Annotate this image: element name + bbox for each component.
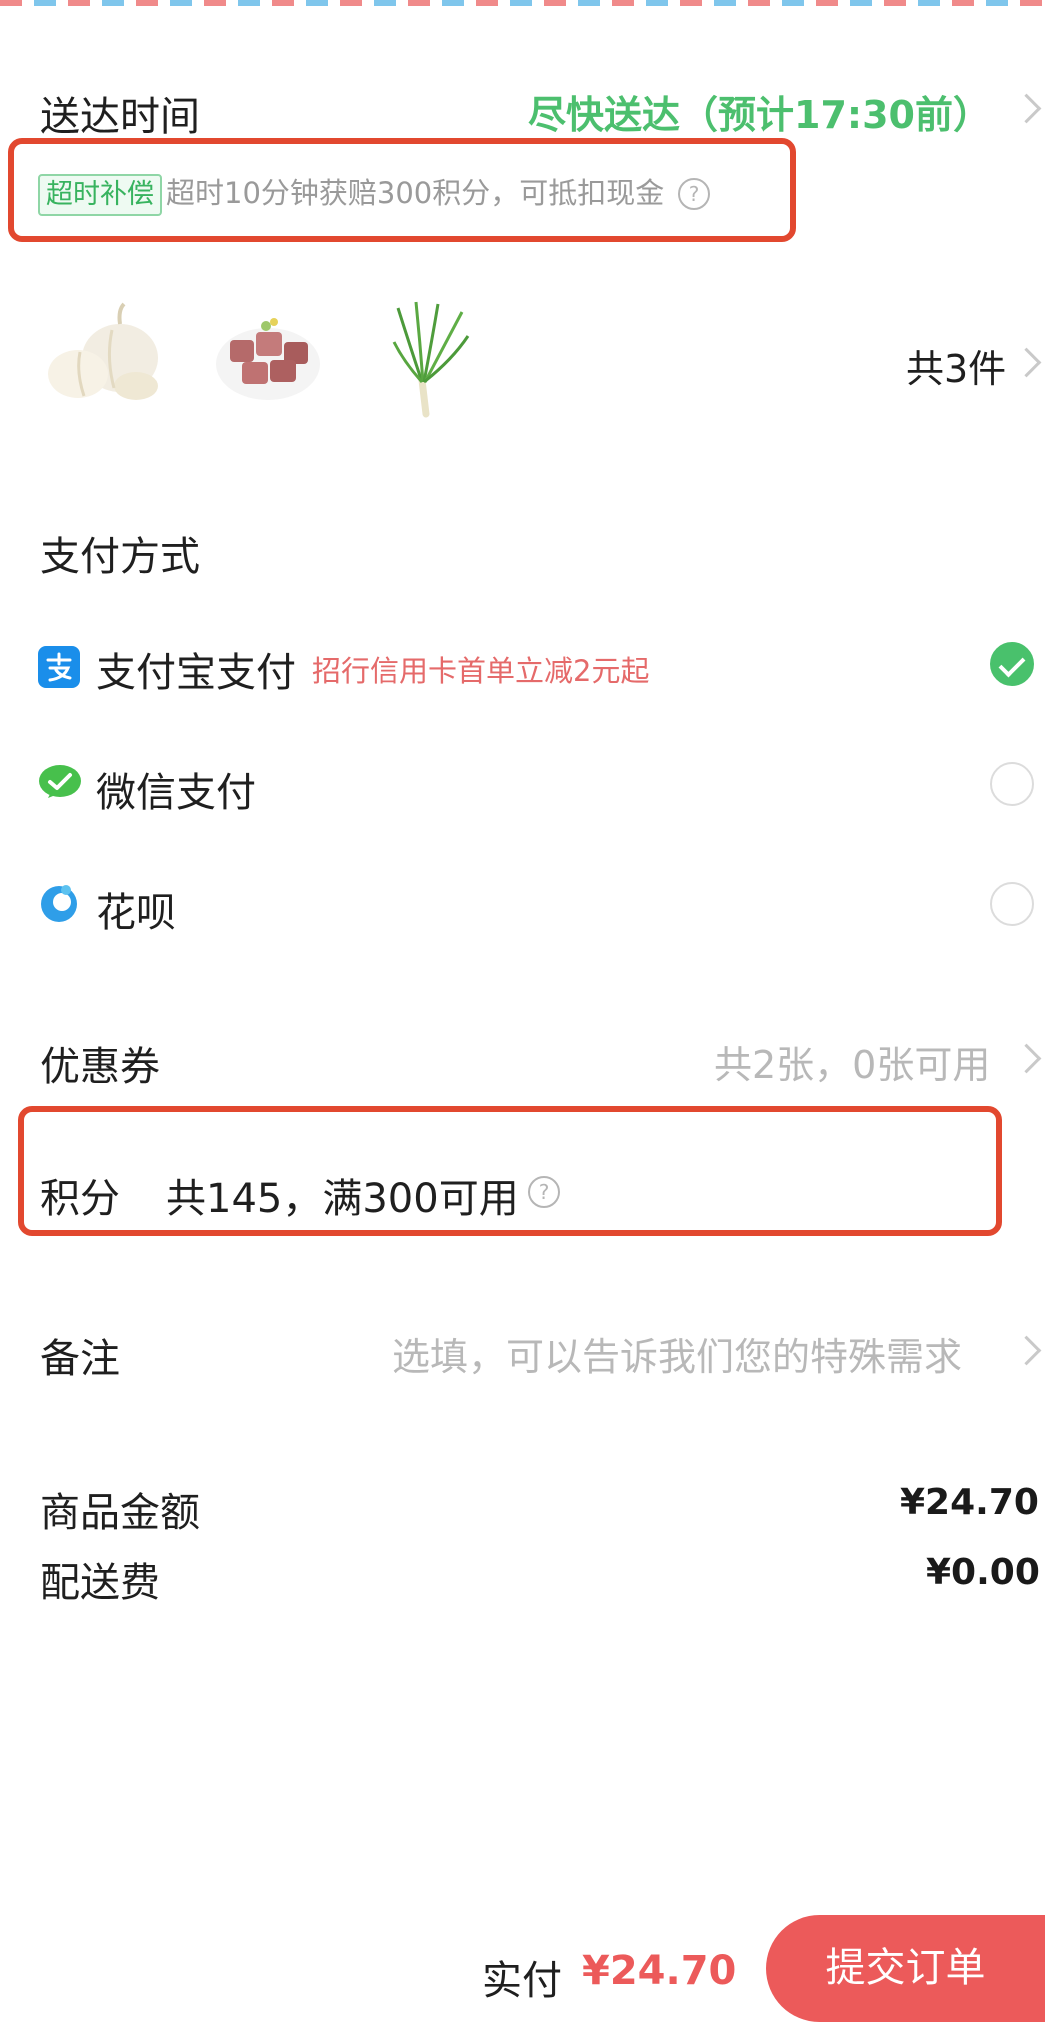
huabei-icon	[38, 882, 80, 924]
alipay-promo: 招行信用卡首单立减2元起	[312, 654, 650, 688]
shipping-fee-amount: ¥0.00	[926, 1552, 1040, 1593]
alipay-option-label[interactable]: 支付宝支付	[96, 640, 296, 698]
chevron-right-icon[interactable]	[1011, 347, 1042, 378]
help-icon[interactable]: ?	[678, 178, 710, 210]
remark-label: 备注	[40, 1336, 120, 1382]
payment-section-title: 支付方式	[40, 534, 200, 580]
coupon-label: 优惠券	[40, 1044, 160, 1090]
huabei-option-label[interactable]: 花呗	[96, 880, 176, 938]
submit-order-button[interactable]: 提交订单	[766, 1915, 1045, 2022]
shipping-fee-label: 配送费	[40, 1560, 160, 1606]
huabei-radio[interactable]	[990, 882, 1034, 926]
compensation-note: 超时10分钟获赔300积分，可抵扣现金	[166, 176, 665, 210]
airmail-border	[0, 0, 1045, 6]
checkmark-icon	[998, 650, 1026, 678]
chevron-right-icon[interactable]	[1011, 1043, 1042, 1074]
goods-amount: ¥24.70	[900, 1482, 1039, 1523]
points-value: 共145，满300可用	[166, 1176, 519, 1222]
points-label: 积分	[40, 1176, 120, 1222]
alipay-radio[interactable]	[990, 642, 1034, 686]
wechat-radio[interactable]	[990, 762, 1034, 806]
delivery-time-label: 送达时间	[40, 94, 200, 140]
chevron-right-icon[interactable]	[1011, 93, 1042, 124]
wechat-pay-icon	[38, 764, 82, 802]
product-image-garlic[interactable]	[40, 300, 170, 410]
items-count[interactable]: 共3件	[906, 338, 1006, 393]
overtime-compensation-tag: 超时补偿	[38, 174, 162, 216]
product-image-green-onion[interactable]	[392, 296, 472, 420]
help-icon[interactable]: ?	[528, 1176, 560, 1208]
remark-input[interactable]: 选填，可以告诉我们您的特殊需求	[392, 1326, 962, 1381]
chevron-right-icon[interactable]	[1011, 1335, 1042, 1366]
wechat-option-label[interactable]: 微信支付	[96, 760, 256, 818]
goods-amount-label: 商品金额	[40, 1490, 200, 1536]
coupon-value[interactable]: 共2张，0张可用	[714, 1034, 990, 1089]
delivery-eta[interactable]: 尽快送达（预计17:30前）	[528, 84, 991, 139]
product-image-meat[interactable]	[208, 306, 328, 406]
paid-label: 实付	[482, 1958, 562, 2004]
paid-amount: ¥24.70	[582, 1948, 737, 1994]
alipay-icon	[38, 646, 80, 688]
